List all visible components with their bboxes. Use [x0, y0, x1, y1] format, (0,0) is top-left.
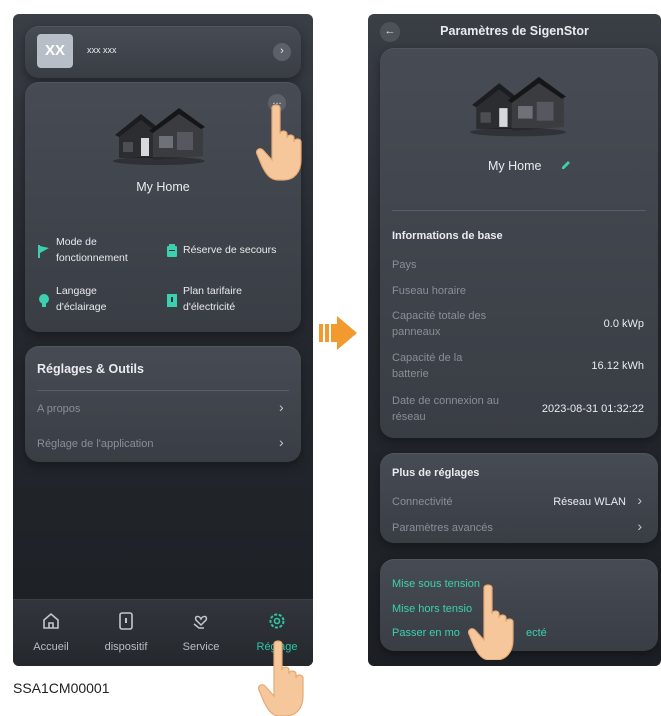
home-icon — [43, 612, 59, 629]
user-card[interactable]: XX xxx xxx › — [25, 26, 301, 78]
feature-lighting-label-1: Langage — [56, 285, 97, 297]
nav-home-label: Accueil — [33, 641, 69, 653]
battery-icon — [167, 244, 177, 257]
grid-connection-label-1: Date de connexion au — [392, 395, 500, 407]
settings-screen: XX xxx xxx › ... My Home Mode de fonctio… — [13, 14, 313, 666]
more-settings-card: Plus de réglages Connectivité Réseau WLA… — [380, 453, 658, 543]
panel-capacity-label-1: Capacité totale des — [392, 310, 487, 322]
page-title: Paramètres de SigenStor — [440, 24, 589, 38]
grid-connection-label-2: réseau — [392, 411, 426, 423]
panel-capacity-value: 0.0 kWp — [603, 318, 644, 330]
divider — [37, 390, 289, 391]
edit-pencil-icon[interactable] — [560, 159, 572, 171]
battery-capacity-value: 16.12 kWh — [591, 360, 644, 372]
device-info-card: My Home Informations de base Pays Fuseau… — [380, 48, 658, 438]
chevron-right-icon: › — [637, 492, 642, 508]
timezone-label: Fuseau horaire — [392, 285, 466, 297]
home-name: My Home — [488, 159, 542, 173]
feature-mode-label-2: fonctionnement — [56, 252, 128, 264]
power-on-link[interactable]: Mise sous tension — [392, 578, 480, 590]
feature-tariff-label-1: Plan tarifaire — [183, 285, 242, 297]
power-off-link[interactable]: Mise hors tensio — [392, 603, 472, 615]
chevron-right-icon[interactable]: › — [273, 43, 291, 61]
user-name: xxx xxx — [87, 45, 117, 55]
gear-icon — [269, 613, 285, 629]
device-icon — [119, 612, 133, 630]
sigenstor-settings-screen: ← Paramètres de SigenStor My Home Inform… — [368, 14, 661, 666]
basic-info-title: Informations de base — [392, 230, 503, 242]
chevron-right-icon: › — [279, 434, 284, 450]
nav-device[interactable]: dispositif — [96, 610, 156, 653]
advanced-settings-label: Paramètres avancés — [392, 522, 493, 534]
menu-item-about-label: A propos — [37, 403, 81, 415]
nav-home[interactable]: Accueil — [21, 610, 81, 653]
arrow-right-icon — [319, 316, 357, 350]
menu-item-app-settings-label: Réglage de l'application — [37, 438, 154, 450]
connectivity-label: Connectivité — [392, 496, 453, 508]
offline-mode-link[interactable]: Passer en mo — [392, 627, 460, 639]
grid-connection-value: 2023-08-31 01:32:22 — [541, 403, 644, 415]
tap-hand-icon — [256, 104, 302, 181]
battery-capacity-label-1: Capacité de la — [392, 352, 463, 364]
tools-title: Réglages & Outils — [37, 362, 144, 376]
home-name: My Home — [136, 180, 190, 194]
nav-service-label: Service — [182, 641, 220, 653]
heart-hands-icon — [193, 615, 208, 629]
tap-hand-icon — [468, 584, 514, 660]
figure-caption: SSA1CM00001 — [13, 680, 110, 696]
feature-lighting-label-2: d'éclairage — [56, 301, 107, 313]
flag-icon — [38, 245, 49, 258]
feature-mode-label-1: Mode de — [56, 236, 97, 248]
house-image — [470, 76, 566, 137]
nav-service[interactable]: Service — [171, 610, 231, 653]
offline-mode-link-tail: ecté — [526, 627, 547, 639]
panel-capacity-label-2: panneaux — [392, 326, 441, 338]
connectivity-value: Réseau WLAN — [553, 496, 626, 508]
divider — [392, 210, 646, 211]
nav-device-label: dispositif — [104, 641, 148, 653]
feature-reserve-label: Réserve de secours — [183, 244, 277, 256]
country-label: Pays — [392, 259, 417, 271]
more-settings-title: Plus de réglages — [392, 467, 480, 479]
battery-capacity-label-2: batterie — [392, 368, 429, 380]
bulb-icon — [39, 294, 49, 307]
chevron-right-icon: › — [279, 399, 284, 415]
bookmark-icon — [167, 294, 177, 307]
house-image — [113, 108, 205, 165]
avatar: XX — [37, 34, 73, 68]
tap-hand-icon — [258, 640, 304, 716]
chevron-right-icon: › — [637, 518, 642, 534]
tools-card: Réglages & Outils A propos › Réglage de … — [25, 346, 301, 462]
feature-tariff-label-2: d'électricité — [183, 301, 236, 313]
